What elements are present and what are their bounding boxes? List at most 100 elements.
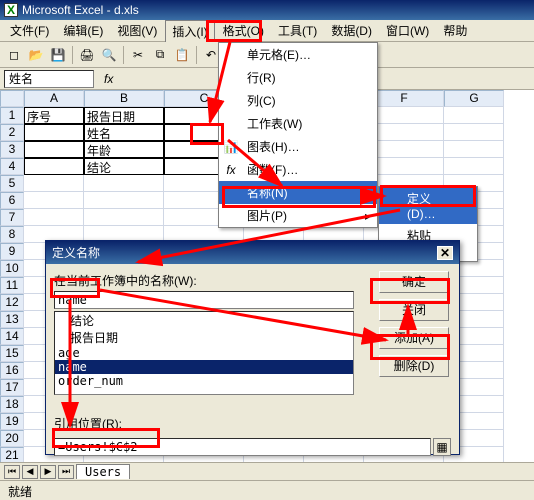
- sheet-tab[interactable]: Users: [76, 464, 130, 479]
- fx-icon[interactable]: fx: [98, 72, 119, 86]
- dmi-chart[interactable]: 📊图表(H)…: [219, 135, 377, 158]
- cell[interactable]: 结论: [84, 158, 164, 175]
- row-header[interactable]: 11: [0, 277, 24, 294]
- ref-label: 引用位置(R):: [54, 415, 451, 432]
- close-button[interactable]: 关闭: [379, 299, 449, 321]
- reference-input[interactable]: [54, 438, 431, 456]
- row-header[interactable]: 18: [0, 396, 24, 413]
- sheet-tab-bar: ⏮ ◀ ▶ ⏭ Users: [0, 462, 534, 480]
- cut-icon[interactable]: ✂: [128, 45, 148, 65]
- paste-icon[interactable]: 📋: [172, 45, 192, 65]
- save-icon[interactable]: 💾: [48, 45, 68, 65]
- copy-icon[interactable]: ⧉: [150, 45, 170, 65]
- menu-view[interactable]: 视图(V): [111, 20, 163, 41]
- col-header[interactable]: A: [24, 90, 84, 107]
- ok-button[interactable]: 确定: [379, 271, 449, 293]
- preview-icon[interactable]: 🔍: [99, 45, 119, 65]
- titlebar: X Microsoft Excel - d.xls: [0, 0, 534, 20]
- list-item[interactable]: 报告日期: [55, 329, 353, 346]
- col-header[interactable]: B: [84, 90, 164, 107]
- tab-next-icon[interactable]: ▶: [40, 465, 56, 479]
- row-header[interactable]: 14: [0, 328, 24, 345]
- cell[interactable]: [84, 192, 164, 209]
- list-item[interactable]: name: [55, 360, 353, 374]
- dmi-picture[interactable]: 图片(P)▸: [219, 204, 377, 227]
- row-header[interactable]: 20: [0, 430, 24, 447]
- list-item[interactable]: 结论: [55, 312, 353, 329]
- cell[interactable]: [24, 175, 84, 192]
- row-header[interactable]: 4: [0, 158, 24, 175]
- dmi-cells[interactable]: 单元格(E)…: [219, 43, 377, 66]
- cell[interactable]: 年龄: [84, 141, 164, 158]
- tab-prev-icon[interactable]: ◀: [22, 465, 38, 479]
- submenu-arrow-icon: ▸: [365, 209, 371, 223]
- tab-last-icon[interactable]: ⏭: [58, 465, 74, 479]
- row-header[interactable]: 19: [0, 413, 24, 430]
- open-icon[interactable]: 📂: [26, 45, 46, 65]
- dmi-define[interactable]: 定义(D)…: [379, 187, 477, 224]
- menu-help[interactable]: 帮助: [437, 20, 473, 41]
- cell[interactable]: 姓名: [84, 124, 164, 141]
- row-header[interactable]: 15: [0, 345, 24, 362]
- dialog-title: 定义名称: [52, 244, 100, 261]
- menu-data[interactable]: 数据(D): [325, 20, 378, 41]
- app-icon: X: [4, 3, 18, 17]
- list-item[interactable]: order_num: [55, 374, 353, 388]
- menu-window[interactable]: 窗口(W): [380, 20, 435, 41]
- row-header[interactable]: 3: [0, 141, 24, 158]
- dmi-rows[interactable]: 行(R): [219, 66, 377, 89]
- cell[interactable]: [24, 209, 84, 226]
- dmi-name[interactable]: 名称(N)▸: [219, 181, 377, 204]
- row-header[interactable]: 6: [0, 192, 24, 209]
- select-all-corner[interactable]: [0, 90, 24, 107]
- row-header[interactable]: 2: [0, 124, 24, 141]
- row-header[interactable]: 12: [0, 294, 24, 311]
- dmi-cols[interactable]: 列(C): [219, 89, 377, 112]
- row-header[interactable]: 7: [0, 209, 24, 226]
- name-input[interactable]: [54, 291, 354, 309]
- row-header[interactable]: 9: [0, 243, 24, 260]
- add-button[interactable]: 添加(A): [379, 327, 449, 349]
- menu-insert[interactable]: 插入(I): [165, 20, 214, 42]
- menu-file[interactable]: 文件(F): [4, 20, 55, 41]
- range-picker-icon[interactable]: ▦: [433, 438, 451, 456]
- new-icon[interactable]: ◻: [4, 45, 24, 65]
- name-box[interactable]: 姓名: [4, 70, 94, 88]
- cell[interactable]: [444, 107, 504, 124]
- cell[interactable]: [24, 192, 84, 209]
- row-header[interactable]: 17: [0, 379, 24, 396]
- menu-edit[interactable]: 编辑(E): [57, 20, 109, 41]
- col-header[interactable]: G: [444, 90, 504, 107]
- submenu-arrow-icon: ▸: [365, 186, 371, 200]
- print-icon[interactable]: 🖨: [77, 45, 97, 65]
- chart-menu-icon: 📊: [223, 140, 239, 154]
- cell[interactable]: [24, 124, 84, 141]
- cell[interactable]: [84, 175, 164, 192]
- names-listbox[interactable]: 结论 报告日期 age name order_num: [54, 311, 354, 395]
- cell[interactable]: [84, 209, 164, 226]
- cell[interactable]: [444, 158, 504, 175]
- cell[interactable]: 序号: [24, 107, 84, 124]
- cell[interactable]: [24, 158, 84, 175]
- row-header[interactable]: 10: [0, 260, 24, 277]
- delete-button[interactable]: 删除(D): [379, 355, 449, 377]
- dmi-function[interactable]: fx函数(F)…: [219, 158, 377, 181]
- cell[interactable]: [24, 141, 84, 158]
- dmi-sheet[interactable]: 工作表(W): [219, 112, 377, 135]
- cell[interactable]: 报告日期: [84, 107, 164, 124]
- row-header[interactable]: 8: [0, 226, 24, 243]
- cell[interactable]: [444, 124, 504, 141]
- dialog-close-button[interactable]: ✕: [437, 246, 453, 260]
- cell[interactable]: [444, 141, 504, 158]
- row-header[interactable]: 5: [0, 175, 24, 192]
- define-name-dialog: 定义名称 ✕ 在当前工作簿中的名称(W): 结论 报告日期 age name o…: [45, 240, 460, 455]
- row-header[interactable]: 16: [0, 362, 24, 379]
- list-item[interactable]: age: [55, 346, 353, 360]
- window-title: Microsoft Excel - d.xls: [22, 3, 139, 17]
- tab-first-icon[interactable]: ⏮: [4, 465, 20, 479]
- row-header[interactable]: 1: [0, 107, 24, 124]
- dialog-titlebar: 定义名称 ✕: [46, 241, 459, 264]
- row-header[interactable]: 13: [0, 311, 24, 328]
- menu-format[interactable]: 格式(O): [217, 20, 270, 41]
- menu-tools[interactable]: 工具(T): [272, 20, 323, 41]
